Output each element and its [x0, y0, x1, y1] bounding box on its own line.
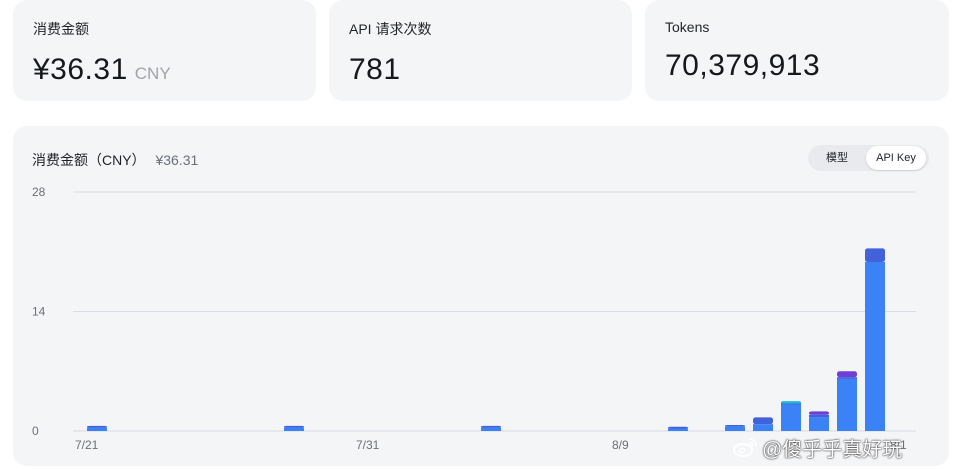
bar-segment [481, 427, 501, 431]
toggle-option-api-key[interactable]: API Key [866, 146, 926, 170]
stat-card-spend: 消费金额 ¥36.31 CNY [13, 0, 316, 101]
bar-segment [865, 248, 885, 262]
bar-segment [87, 427, 107, 431]
spend-chart-card: 0 14 28 7/21 7/31 8/9 8/1 消费金额（CNY） ¥36.31 模型 … [13, 126, 949, 466]
chart-title-text: 消费金额（CNY） [32, 152, 146, 168]
toggle-option-model[interactable]: 模型 [808, 146, 866, 170]
y-tick-label: 14 [32, 305, 46, 319]
bar-segment [725, 425, 745, 427]
bar-segment [668, 426, 688, 429]
stat-label-spend: 消费金额 [33, 21, 89, 37]
weibo-logo-icon [733, 438, 757, 457]
spend-bar-chart: 014287/21 7/31 8/9 8/1 [32, 185, 916, 452]
bar-segment [837, 377, 857, 379]
x-tick-label: 7/31 [356, 438, 380, 452]
bar-segment [809, 411, 829, 415]
watermark: @傻乎乎真好玩 [732, 433, 902, 461]
bar-segment [87, 425, 107, 428]
y-tick-label: 0 [32, 424, 39, 438]
stat-unit-spend: CNY [134, 64, 171, 83]
bar-segment [809, 414, 829, 418]
bar-segment [284, 425, 304, 428]
watermark-text: @傻乎乎真好玩 [762, 438, 903, 461]
bar-segment [725, 426, 745, 431]
stat-value-requests: 781 [349, 53, 401, 86]
chart-total: ¥36.31 [155, 152, 199, 168]
y-tick-label: 28 [32, 185, 46, 199]
bar-segment [837, 378, 857, 431]
stat-label-requests: API 请求次数 [349, 21, 432, 37]
chart-title: 消费金额（CNY） ¥36.31 [32, 150, 198, 170]
bar-segment [481, 425, 501, 428]
bar-segment [781, 401, 801, 404]
bar-segment [865, 261, 885, 431]
stat-label-tokens: Tokens [665, 19, 710, 35]
bar-segment [284, 427, 304, 431]
bar-segment [809, 417, 829, 431]
x-tick-label: 7/21 [75, 438, 99, 452]
stat-value-tokens: 70,379,913 [665, 49, 821, 82]
group-by-toggle[interactable]: 模型 API Key [808, 145, 929, 171]
x-tick-label: 8/9 [612, 438, 629, 452]
stat-card-requests: API 请求次数 781 [329, 0, 632, 101]
bar-segment [753, 424, 773, 431]
stat-value-spend: ¥36.31 [33, 53, 128, 86]
bar-segment [668, 428, 688, 431]
bar-segment [837, 371, 857, 378]
stat-card-tokens: Tokens 70,379,913 [645, 0, 949, 101]
bar-segment [753, 417, 773, 425]
bar-segment [781, 404, 801, 431]
